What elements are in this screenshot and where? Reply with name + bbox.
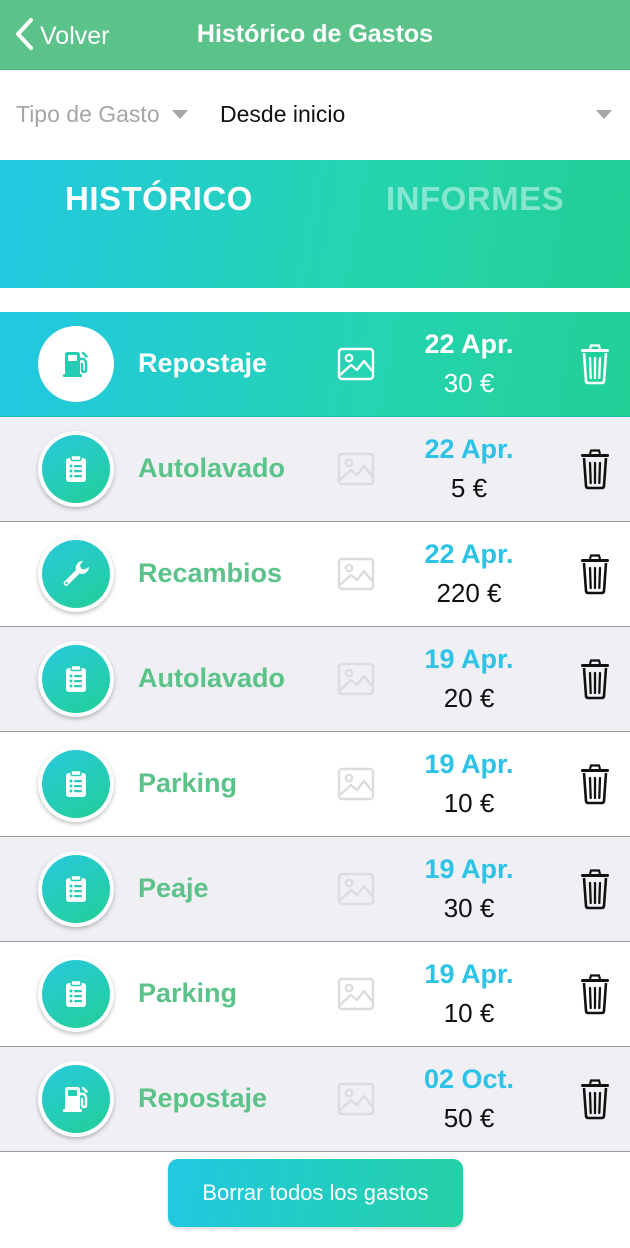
category-icon-badge (38, 536, 114, 612)
expense-list: Repostaje 22 Apr. 30 € Autolavado 22 Apr. 5 €… (0, 312, 630, 1152)
expense-date: 19 Apr. (424, 644, 514, 674)
trash-icon[interactable] (578, 868, 612, 910)
category-label: Autolavado (138, 663, 286, 693)
trash-icon[interactable] (578, 763, 612, 805)
category-icon-badge (38, 851, 114, 927)
photo-icon[interactable] (337, 872, 375, 906)
category-label: Repostaje (138, 348, 268, 378)
category-label: Autolavado (138, 453, 286, 483)
expense-amount: 5 € (450, 473, 488, 503)
tab-bar: HISTÓRICO INFORMES (0, 160, 630, 288)
filter-bar: Tipo de Gasto Desde inicio (0, 70, 630, 160)
expense-row[interactable]: Parking 19 Apr. 10 € (0, 732, 630, 837)
photo-icon[interactable] (337, 977, 375, 1011)
expense-date: 19 Apr. (424, 749, 514, 779)
photo-icon[interactable] (337, 452, 375, 486)
trash-icon[interactable] (578, 448, 612, 490)
category-label: Recambios (138, 558, 283, 588)
category-icon-badge (38, 746, 114, 822)
expense-date: 19 Apr. (424, 959, 514, 989)
expense-type-dropdown[interactable]: Tipo de Gasto (16, 101, 188, 128)
category-icon-badge (38, 326, 114, 402)
expense-amount: 10 € (443, 788, 495, 818)
category-label: Parking (138, 978, 238, 1008)
expense-amount: 30 € (443, 893, 495, 923)
trash-icon[interactable] (578, 658, 612, 700)
expense-row[interactable]: Peaje 19 Apr. 30 € (0, 837, 630, 942)
period-dropdown[interactable]: Desde inicio (220, 101, 612, 128)
expense-date: 02 Oct. (423, 1064, 515, 1094)
tab-historico[interactable]: HISTÓRICO (65, 180, 253, 218)
wrench-icon (42, 540, 110, 608)
trash-icon[interactable] (578, 1078, 612, 1120)
expense-amount: 220 € (436, 578, 502, 608)
caret-down-icon (596, 110, 612, 119)
expense-row[interactable]: Autolavado 22 Apr. 5 € (0, 417, 630, 522)
photo-icon[interactable] (337, 1082, 375, 1116)
clipboard-list-icon (42, 645, 110, 713)
trash-icon[interactable] (578, 553, 612, 595)
fuel-pump-icon (42, 330, 110, 398)
clipboard-list-icon (42, 750, 110, 818)
expense-amount: 10 € (443, 998, 495, 1028)
expense-row[interactable]: Repostaje 22 Apr. 30 € (0, 312, 630, 417)
clipboard-list-icon (42, 435, 110, 503)
expense-date: 22 Apr. (424, 434, 514, 464)
photo-icon[interactable] (337, 557, 375, 591)
expense-type-label: Tipo de Gasto (16, 101, 160, 127)
category-label: Peaje (138, 873, 209, 903)
expense-row[interactable]: Repostaje 02 Oct. 50 € (0, 1047, 630, 1152)
expense-row[interactable]: Autolavado 19 Apr. 20 € (0, 627, 630, 732)
delete-all-button[interactable]: Borrar todos los gastos (168, 1159, 463, 1227)
photo-icon[interactable] (337, 347, 375, 381)
expense-date: 22 Apr. (424, 329, 514, 359)
expense-date: 19 Apr. (424, 854, 514, 884)
category-label: Repostaje (138, 1083, 268, 1113)
page-title: Histórico de Gastos (196, 20, 434, 48)
expense-row[interactable]: Recambios 22 Apr. 220 € (0, 522, 630, 627)
photo-icon[interactable] (337, 662, 375, 696)
category-icon-badge (38, 641, 114, 717)
category-icon-badge (38, 956, 114, 1032)
tab-informes[interactable]: INFORMES (386, 180, 564, 218)
trash-icon[interactable] (578, 973, 612, 1015)
category-icon-badge (38, 431, 114, 507)
expense-date: 22 Apr. (424, 539, 514, 569)
category-icon-badge (38, 1061, 114, 1137)
expense-amount: 30 € (443, 368, 495, 398)
expense-amount: 50 € (443, 1103, 495, 1133)
photo-icon[interactable] (337, 767, 375, 801)
trash-icon[interactable] (578, 343, 612, 385)
navigation-bar: Volver Histórico de Gastos (0, 0, 630, 70)
clipboard-list-icon (42, 855, 110, 923)
clipboard-list-icon (42, 960, 110, 1028)
period-label: Desde inicio (220, 101, 346, 127)
caret-down-icon (171, 110, 188, 119)
expense-row[interactable]: Parking 19 Apr. 10 € (0, 942, 630, 1047)
expense-amount: 20 € (443, 683, 495, 713)
fuel-pump-icon (42, 1065, 110, 1133)
category-label: Parking (138, 768, 238, 798)
